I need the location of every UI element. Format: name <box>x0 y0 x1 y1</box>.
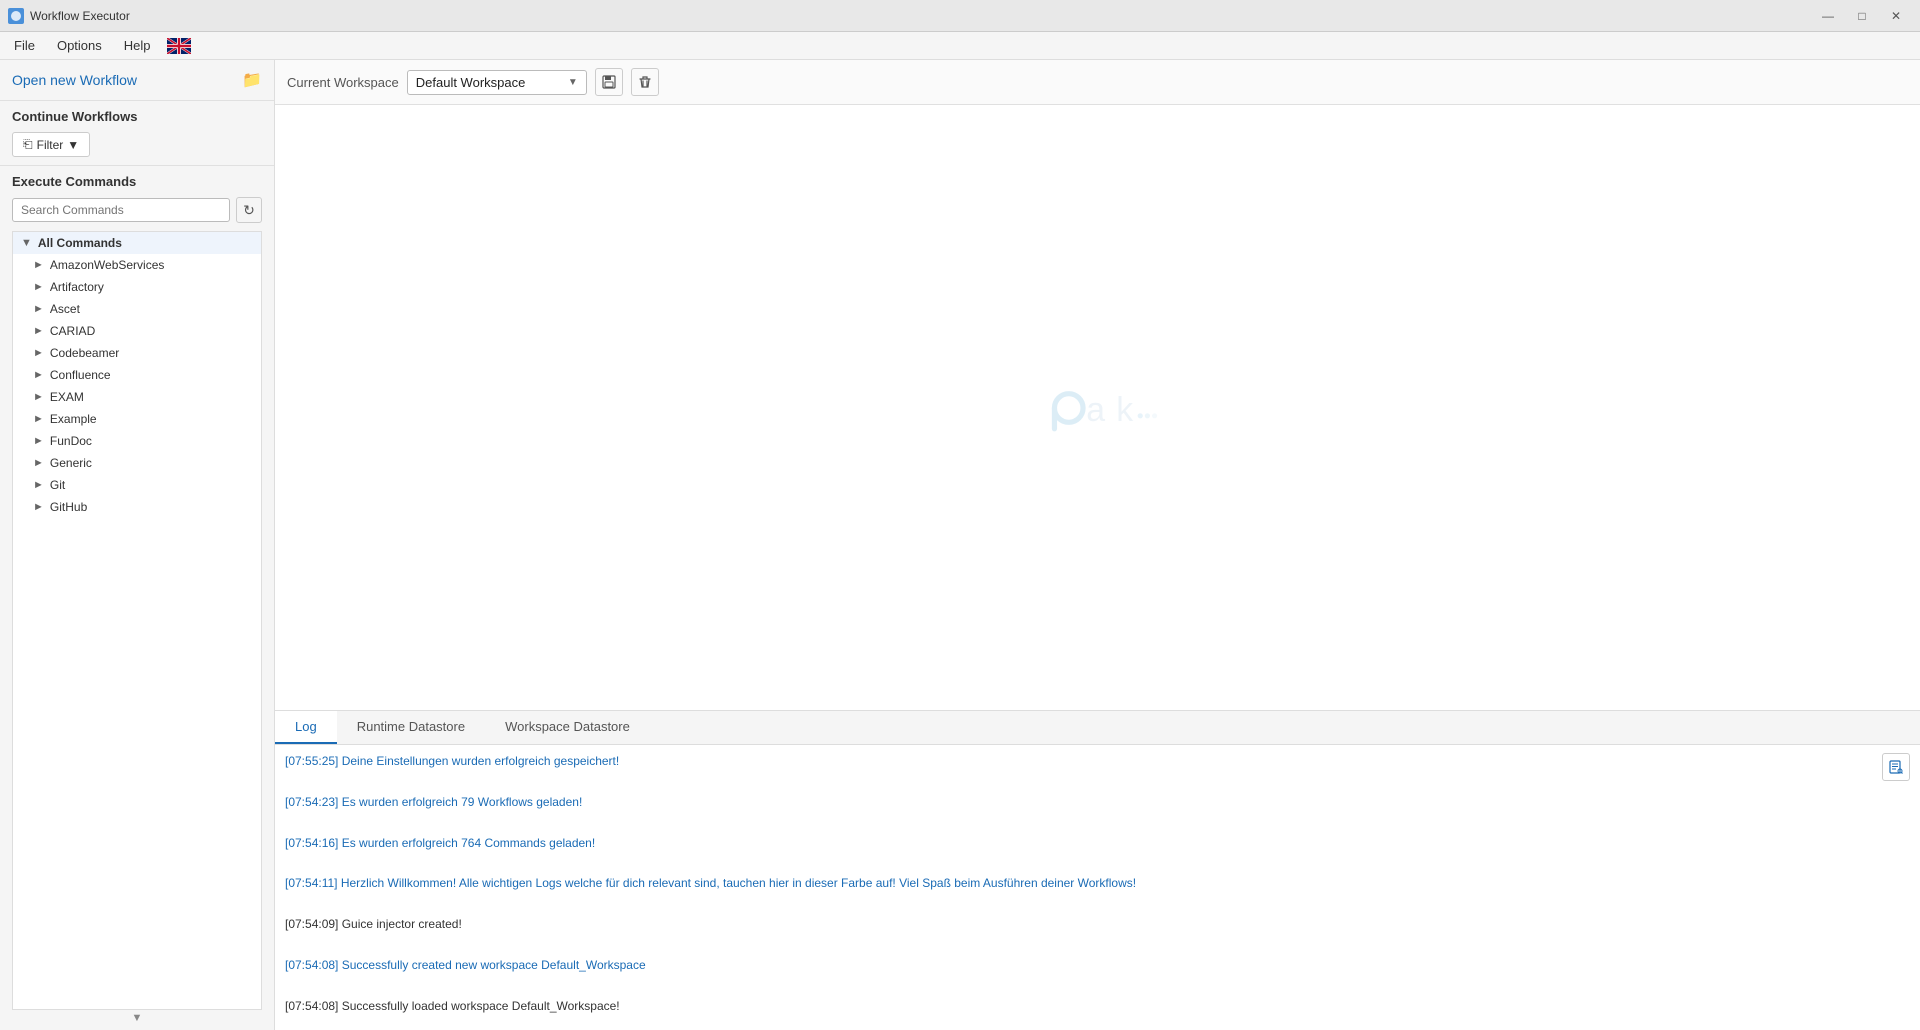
svg-text:k: k <box>1116 391 1133 429</box>
all-commands-item[interactable]: ▼ All Commands <box>13 232 261 254</box>
expand-icon: ► <box>33 369 44 381</box>
content-area: Current Workspace Default Workspace ▼ <box>275 60 1920 1030</box>
expand-icon: ► <box>33 391 44 403</box>
minimize-button[interactable]: — <box>1812 6 1844 26</box>
expand-icon: ► <box>33 413 44 425</box>
menu-bar: File Options Help <box>0 32 1920 60</box>
workspace-dropdown-arrow: ▼ <box>568 77 578 88</box>
bottom-panel: Log Runtime Datastore Workspace Datastor… <box>275 710 1920 1030</box>
open-workflow-label: Open new Workflow <box>12 72 137 88</box>
command-item-Confluence[interactable]: ► Confluence <box>13 364 261 386</box>
command-item-GitHub[interactable]: ► GitHub <box>13 496 261 518</box>
scroll-down-area: ▼ <box>12 1010 262 1026</box>
refresh-icon: ↻ <box>243 202 255 219</box>
command-item-Generic[interactable]: ► Generic <box>13 452 261 474</box>
continue-workflows-section: Continue Workflows ⎗ Filter ▼ <box>0 101 274 166</box>
filter-label: Filter <box>37 138 64 152</box>
collapse-icon: ▼ <box>21 237 32 249</box>
language-flag[interactable] <box>167 38 191 54</box>
open-workflow-button[interactable]: Open new Workflow 📁 <box>0 60 274 101</box>
folder-icon: 📁 <box>242 70 262 90</box>
log-entry-1: [07:55:25] Deine Einstellungen wurden er… <box>285 751 1910 771</box>
continue-workflows-title: Continue Workflows <box>12 109 262 124</box>
expand-icon: ► <box>33 479 44 491</box>
menu-help[interactable]: Help <box>114 34 161 57</box>
log-entry-4: [07:54:11] Herzlich Willkommen! Alle wic… <box>285 873 1910 893</box>
tabs-row: Log Runtime Datastore Workspace Datastor… <box>275 711 1920 745</box>
refresh-commands-button[interactable]: ↻ <box>236 197 262 223</box>
app-title: Workflow Executor <box>30 9 130 23</box>
filter-icon: ⎗ <box>23 137 33 152</box>
delete-workspace-button[interactable] <box>631 68 659 96</box>
app-icon <box>8 8 24 24</box>
menu-file[interactable]: File <box>4 34 45 57</box>
execute-commands-title: Execute Commands <box>12 174 262 189</box>
svg-text:a: a <box>1086 391 1105 429</box>
logo-watermark: a k <box>1033 368 1163 448</box>
log-search-button[interactable] <box>1882 753 1910 781</box>
log-entry-6: [07:54:08] Successfully created new work… <box>285 955 1910 975</box>
expand-icon: ► <box>33 435 44 447</box>
scroll-down-button[interactable]: ▼ <box>132 1012 143 1024</box>
expand-icon: ► <box>33 325 44 337</box>
close-button[interactable]: ✕ <box>1880 6 1912 26</box>
workspace-select[interactable]: Default Workspace ▼ <box>407 70 587 95</box>
command-item-FunDoc[interactable]: ► FunDoc <box>13 430 261 452</box>
expand-icon: ► <box>33 259 44 271</box>
title-bar: Workflow Executor — □ ✕ <box>0 0 1920 32</box>
command-item-Codebeamer[interactable]: ► Codebeamer <box>13 342 261 364</box>
maximize-button[interactable]: □ <box>1846 6 1878 26</box>
window-controls: — □ ✕ <box>1812 6 1912 26</box>
toolbar: Current Workspace Default Workspace ▼ <box>275 60 1920 105</box>
filter-button[interactable]: ⎗ Filter ▼ <box>12 132 90 157</box>
command-item-Artifactory[interactable]: ► Artifactory <box>13 276 261 298</box>
save-workspace-button[interactable] <box>595 68 623 96</box>
log-entry-2: [07:54:23] Es wurden erfolgreich 79 Work… <box>285 792 1910 812</box>
all-commands-label: All Commands <box>38 236 122 250</box>
tab-runtime-datastore[interactable]: Runtime Datastore <box>337 711 485 744</box>
title-bar-left: Workflow Executor <box>8 8 130 24</box>
command-item-Git[interactable]: ► Git <box>13 474 261 496</box>
tab-workspace-datastore[interactable]: Workspace Datastore <box>485 711 650 744</box>
command-item-EXAM[interactable]: ► EXAM <box>13 386 261 408</box>
save-icon <box>602 75 616 89</box>
command-item-Example[interactable]: ► Example <box>13 408 261 430</box>
expand-icon: ► <box>33 281 44 293</box>
log-entry-5: [07:54:09] Guice injector created! <box>285 914 1910 934</box>
current-workspace-label: Current Workspace <box>287 75 399 90</box>
log-entry-7: [07:54:08] Successfully loaded workspace… <box>285 996 1910 1016</box>
log-search-icon <box>1889 760 1903 774</box>
tab-log[interactable]: Log <box>275 711 337 744</box>
workflow-canvas[interactable]: a k <box>275 105 1920 710</box>
search-commands-input[interactable] <box>12 198 230 222</box>
main-layout: Open new Workflow 📁 Continue Workflows ⎗… <box>0 60 1920 1030</box>
filter-dropdown-icon: ▼ <box>67 138 79 152</box>
menu-options[interactable]: Options <box>47 34 112 57</box>
log-content: [07:55:25] Deine Einstellungen wurden er… <box>275 745 1920 1030</box>
expand-icon: ► <box>33 457 44 469</box>
log-entry-3: [07:54:16] Es wurden erfolgreich 764 Com… <box>285 833 1910 853</box>
search-row: ↻ <box>12 197 262 223</box>
trash-icon <box>638 75 652 89</box>
command-item-CARIAD[interactable]: ► CARIAD <box>13 320 261 342</box>
command-item-AmazonWebServices[interactable]: ► AmazonWebServices <box>13 254 261 276</box>
expand-icon: ► <box>33 303 44 315</box>
sidebar: Open new Workflow 📁 Continue Workflows ⎗… <box>0 60 275 1030</box>
command-item-Ascet[interactable]: ► Ascet <box>13 298 261 320</box>
execute-commands-section: Execute Commands ↻ ▼ All Commands ► Amaz… <box>0 166 274 1030</box>
expand-icon: ► <box>33 347 44 359</box>
expand-icon: ► <box>33 501 44 513</box>
commands-tree: ▼ All Commands ► AmazonWebServices ► Art… <box>12 231 262 1010</box>
workspace-name: Default Workspace <box>416 75 564 90</box>
